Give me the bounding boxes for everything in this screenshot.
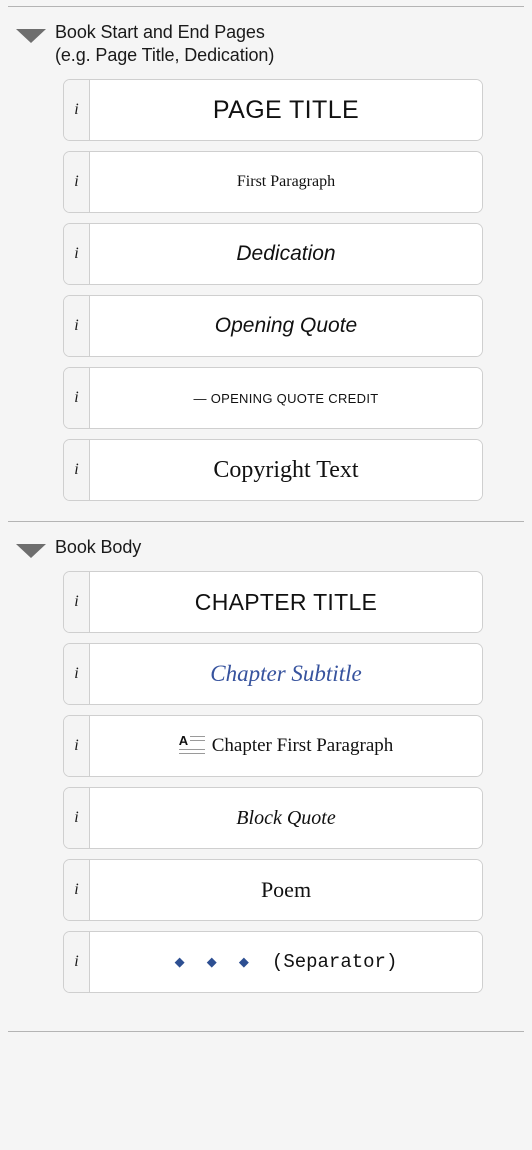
- style-row-chapter-subtitle[interactable]: i Chapter Subtitle: [63, 643, 483, 705]
- panel-bottom-divider: [8, 1031, 524, 1032]
- style-label-poem: Poem: [260, 877, 312, 902]
- style-preview-first-paragraph[interactable]: First Paragraph: [90, 152, 482, 212]
- style-row-dedication[interactable]: i Dedication: [63, 223, 483, 285]
- style-preview-block-quote[interactable]: Block Quote: [90, 788, 482, 848]
- style-label-page-title: PAGE TITLE: [212, 95, 360, 124]
- style-label-dedication: Dedication: [236, 242, 336, 265]
- style-preview-poem[interactable]: Poem: [90, 860, 482, 920]
- style-preview-dedication[interactable]: Dedication: [90, 224, 482, 284]
- style-label-block-quote: Block Quote: [236, 806, 336, 829]
- info-icon[interactable]: i: [64, 296, 90, 356]
- style-label-separator-wrap: ◆ ◆ ◆ (Separator): [175, 951, 398, 973]
- style-preview-opening-quote[interactable]: Opening Quote: [90, 296, 482, 356]
- style-label-copyright-text: Copyright Text: [213, 456, 359, 483]
- drop-cap-line: [178, 749, 205, 750]
- style-row-poem[interactable]: i Poem: [63, 859, 483, 921]
- style-row-list-book-start-and-end-pages: i PAGE TITLE i First Paragraph i Dedicat…: [0, 73, 532, 521]
- style-row-chapter-title[interactable]: i CHAPTER TITLE: [63, 571, 483, 633]
- style-label-chapter-subtitle: Chapter Subtitle: [210, 661, 362, 686]
- section-title-book-body: Book Body: [47, 536, 141, 559]
- info-icon[interactable]: i: [64, 224, 90, 284]
- section-title-text: Book Start and End Pages: [55, 22, 265, 42]
- info-icon[interactable]: i: [64, 788, 90, 848]
- info-icon[interactable]: i: [64, 860, 90, 920]
- info-icon[interactable]: i: [64, 716, 90, 776]
- drop-cap-line: [189, 736, 205, 737]
- style-row-opening-quote-credit[interactable]: i — OPENING QUOTE CREDIT: [63, 367, 483, 429]
- style-row-page-title[interactable]: i PAGE TITLE: [63, 79, 483, 141]
- style-row-opening-quote[interactable]: i Opening Quote: [63, 295, 483, 357]
- style-label-chapter-title: CHAPTER TITLE: [194, 588, 378, 615]
- info-icon[interactable]: i: [64, 644, 90, 704]
- info-icon[interactable]: i: [64, 932, 90, 992]
- style-row-separator[interactable]: i ◆ ◆ ◆ (Separator): [63, 931, 483, 993]
- style-label-chapter-first-paragraph-wrap: A Chapter First Paragraph: [178, 733, 394, 757]
- style-label-first-paragraph: First Paragraph: [236, 173, 336, 190]
- drop-cap-line: [189, 740, 205, 741]
- info-icon[interactable]: i: [64, 368, 90, 428]
- style-preview-copyright-text[interactable]: Copyright Text: [90, 440, 482, 500]
- section-title-text: Book Body: [55, 537, 142, 557]
- triangle-down-icon: [16, 29, 46, 43]
- disclosure-toggle-book-start-and-end-pages[interactable]: [15, 21, 47, 43]
- diamond-ornament-icon: ◆ ◆ ◆: [174, 954, 258, 970]
- style-row-copyright-text[interactable]: i Copyright Text: [63, 439, 483, 501]
- section-book-start-and-end-pages: Book Start and End Pages (e.g. Page Titl…: [0, 7, 532, 521]
- style-preview-page-title[interactable]: PAGE TITLE: [90, 80, 482, 140]
- section-header-book-body[interactable]: Book Body: [0, 522, 532, 565]
- style-label-separator: (Separator): [271, 951, 398, 973]
- section-title-book-start-and-end-pages: Book Start and End Pages (e.g. Page Titl…: [47, 21, 274, 67]
- drop-cap-icon: A: [178, 733, 205, 757]
- style-label-opening-quote: Opening Quote: [214, 314, 358, 337]
- info-icon[interactable]: i: [64, 440, 90, 500]
- style-row-chapter-first-paragraph[interactable]: i A Chapter First Paragraph: [63, 715, 483, 777]
- style-label-opening-quote-credit: — OPENING QUOTE CREDIT: [193, 390, 379, 406]
- info-icon[interactable]: i: [64, 152, 90, 212]
- info-icon[interactable]: i: [64, 80, 90, 140]
- drop-cap-letter: A: [178, 733, 189, 748]
- section-header-book-start-and-end-pages[interactable]: Book Start and End Pages (e.g. Page Titl…: [0, 7, 532, 73]
- style-preview-chapter-first-paragraph[interactable]: A Chapter First Paragraph: [90, 716, 482, 776]
- style-preview-separator[interactable]: ◆ ◆ ◆ (Separator): [90, 932, 482, 992]
- disclosure-toggle-book-body[interactable]: [15, 536, 47, 558]
- style-preview-chapter-subtitle[interactable]: Chapter Subtitle: [90, 644, 482, 704]
- style-library-panel: Book Start and End Pages (e.g. Page Titl…: [0, 6, 532, 1150]
- triangle-down-icon: [16, 544, 46, 558]
- style-preview-opening-quote-credit[interactable]: — OPENING QUOTE CREDIT: [90, 368, 482, 428]
- section-subtitle-text: (e.g. Page Title, Dedication): [55, 45, 275, 65]
- style-label-chapter-first-paragraph: Chapter First Paragraph: [211, 735, 394, 756]
- style-preview-chapter-title[interactable]: CHAPTER TITLE: [90, 572, 482, 632]
- section-book-body: Book Body i CHAPTER TITLE i Chapter Subt…: [0, 522, 532, 1013]
- info-icon[interactable]: i: [64, 572, 90, 632]
- drop-cap-line: [178, 753, 205, 754]
- style-row-block-quote[interactable]: i Block Quote: [63, 787, 483, 849]
- bottom-spacer: [0, 1013, 532, 1031]
- style-row-list-book-body: i CHAPTER TITLE i Chapter Subtitle i A C…: [0, 565, 532, 1013]
- style-row-first-paragraph[interactable]: i First Paragraph: [63, 151, 483, 213]
